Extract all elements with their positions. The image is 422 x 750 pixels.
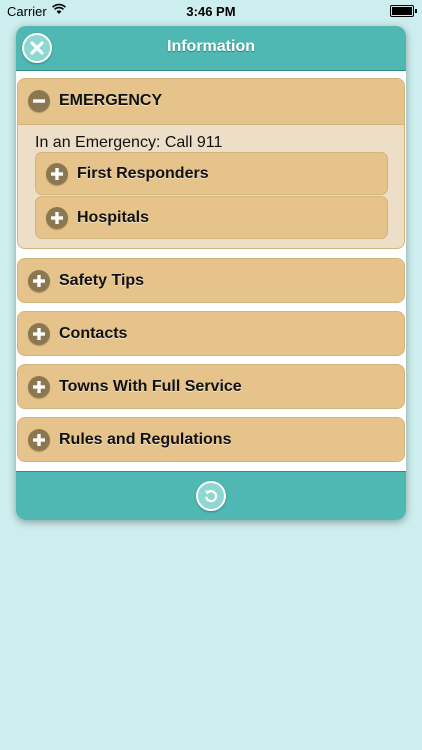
expand-icon — [46, 207, 68, 229]
emergency-label: EMERGENCY — [59, 92, 163, 109]
sub-item-label: Hospitals — [77, 209, 150, 226]
section-towns-with-full-service[interactable]: Towns With Full Service — [17, 364, 405, 409]
section-emergency: EMERGENCY In an Emergency: Call 911 Firs… — [17, 78, 405, 249]
expand-icon — [46, 163, 68, 185]
emergency-header[interactable]: EMERGENCY — [18, 79, 404, 125]
panel-footer — [16, 471, 406, 520]
information-panel: Information EMERGENCY In an Emergency: C… — [16, 26, 406, 520]
status-bar: Carrier 3:46 PM — [0, 0, 422, 22]
panel-header: Information — [16, 26, 406, 71]
page-title: Information — [167, 38, 255, 55]
battery-icon — [390, 5, 417, 17]
emergency-text: In an Emergency: Call 911 — [35, 134, 223, 151]
section-safety-tips[interactable]: Safety Tips — [17, 258, 405, 303]
sub-item-label: First Responders — [77, 165, 209, 182]
expand-icon — [28, 376, 50, 398]
expand-icon — [28, 323, 50, 345]
section-contacts[interactable]: Contacts — [17, 311, 405, 356]
expand-icon — [28, 429, 50, 451]
sub-item-first-responders[interactable]: First Responders — [35, 152, 388, 195]
section-label: Safety Tips — [59, 272, 145, 289]
section-rules-and-regulations[interactable]: Rules and Regulations — [17, 417, 405, 462]
section-label: Rules and Regulations — [59, 431, 232, 448]
refresh-icon — [204, 490, 218, 503]
expand-icon — [28, 270, 50, 292]
sub-item-hospitals[interactable]: Hospitals — [35, 196, 388, 239]
clock: 3:46 PM — [186, 4, 236, 19]
collapse-icon — [28, 90, 50, 112]
accordion-list: EMERGENCY In an Emergency: Call 911 Firs… — [16, 71, 406, 471]
section-label: Contacts — [59, 325, 128, 342]
section-label: Towns With Full Service — [59, 378, 242, 395]
refresh-button[interactable] — [196, 481, 226, 511]
